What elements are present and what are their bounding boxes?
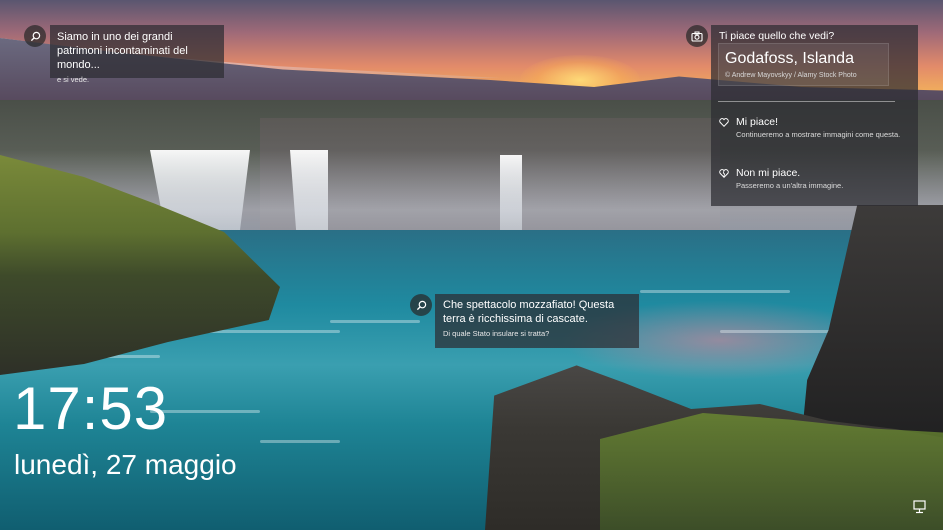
dislike-label: Non mi piace. <box>736 167 801 179</box>
tip-text: Siamo in uno dei grandi patrimoni incont… <box>57 31 188 71</box>
photo-credit: © Andrew Mayovskyy / Alamy Stock Photo <box>725 72 857 79</box>
network-icon[interactable] <box>912 499 928 515</box>
lock-screen-time: 17:53 <box>13 375 169 442</box>
location-box[interactable]: Godafoss, Islanda © Andrew Mayovskyy / A… <box>718 43 889 86</box>
dislike-option[interactable]: Non mi piace. Passeremo a un'altra immag… <box>719 167 909 191</box>
tip-panel-center[interactable]: Che spettacolo mozzafiato! Questa terra … <box>435 294 639 348</box>
heart-icon <box>719 118 729 127</box>
lock-screen-date: lunedì, 27 maggio <box>14 449 237 480</box>
search-button-top-left[interactable] <box>24 25 46 47</box>
like-panel-header: Ti piace quello che vedi? <box>719 30 835 42</box>
location-title: Godafoss, Islanda <box>725 50 854 67</box>
tip-panel-top-left[interactable]: Siamo in uno dei grandi patrimoni incont… <box>50 25 224 84</box>
like-description: Continueremo a mostrare immagini come qu… <box>736 130 901 139</box>
tip-subtext: e si vede. <box>57 75 90 84</box>
like-option[interactable]: Mi piace! Continueremo a mostrare immagi… <box>719 116 909 140</box>
like-panel: Ti piace quello che vedi? Godafoss, Isla… <box>711 25 918 206</box>
divider <box>718 101 895 102</box>
tip-subtext: Di quale Stato insulare si tratta? <box>443 329 550 338</box>
search-icon <box>416 300 426 310</box>
search-button-center[interactable] <box>410 294 432 316</box>
tip-text: Che spettacolo mozzafiato! Questa terra … <box>443 299 615 325</box>
camera-icon <box>691 31 703 42</box>
dislike-description: Passeremo a un'altra immagine. <box>736 181 844 190</box>
search-icon <box>30 31 40 41</box>
camera-button[interactable] <box>686 25 708 47</box>
like-label: Mi piace! <box>736 116 779 128</box>
heart-broken-icon <box>719 169 729 178</box>
